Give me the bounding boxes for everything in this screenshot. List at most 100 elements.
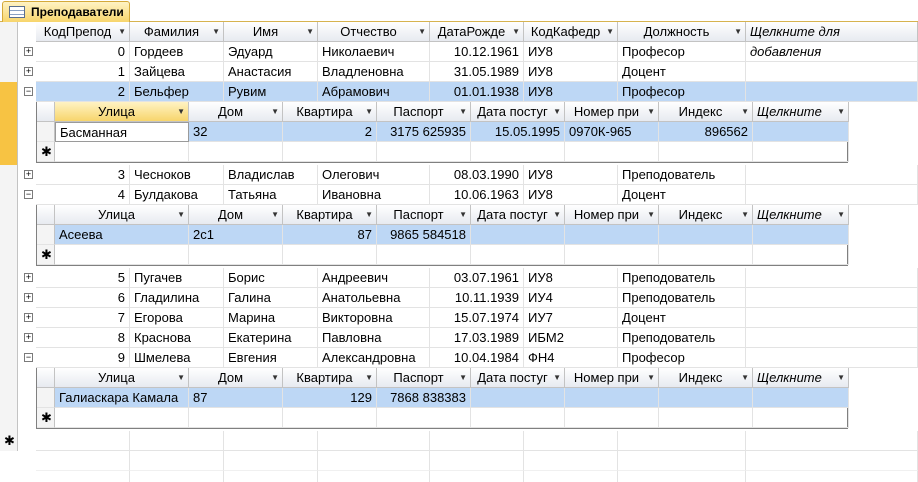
table-cell-fam[interactable]: Бельфер bbox=[130, 82, 224, 102]
column-header[interactable]: Должность ▼ bbox=[618, 22, 746, 42]
sub-column-header[interactable]: Щелкните ▼ bbox=[753, 102, 849, 122]
sub-new-cell[interactable] bbox=[283, 408, 377, 428]
table-cell-pos[interactable]: Преподователь bbox=[618, 328, 746, 348]
chevron-down-icon[interactable]: ▼ bbox=[306, 22, 314, 42]
sub-column-header[interactable]: Дата постуг ▼ bbox=[471, 102, 565, 122]
chevron-down-icon[interactable]: ▼ bbox=[837, 102, 845, 122]
table-cell-name[interactable]: Евгения bbox=[224, 348, 318, 368]
sub-new-cell[interactable] bbox=[753, 142, 849, 162]
sub-column-header[interactable]: Номер при ▼ bbox=[565, 102, 659, 122]
table-cell-date[interactable]: 15.07.1974 bbox=[430, 308, 524, 328]
sub-new-cell[interactable] bbox=[753, 245, 849, 265]
sub-cell-order[interactable] bbox=[565, 225, 659, 245]
chevron-down-icon[interactable]: ▼ bbox=[647, 102, 655, 122]
sub-new-cell[interactable] bbox=[55, 408, 189, 428]
table-cell-fam[interactable]: Булдакова bbox=[130, 185, 224, 205]
chevron-down-icon[interactable]: ▼ bbox=[271, 368, 279, 388]
table-cell-add[interactable] bbox=[746, 82, 918, 102]
collapse-icon[interactable]: − bbox=[24, 87, 33, 96]
chevron-down-icon[interactable]: ▼ bbox=[553, 205, 561, 225]
sub-column-header[interactable]: Дом ▼ bbox=[189, 368, 283, 388]
table-cell-add[interactable] bbox=[746, 288, 918, 308]
chevron-down-icon[interactable]: ▼ bbox=[734, 22, 742, 42]
table-cell-date[interactable]: 01.01.1938 bbox=[430, 82, 524, 102]
sub-cell-flat[interactable]: 2 bbox=[283, 122, 377, 142]
new-row-cell[interactable] bbox=[524, 431, 618, 451]
table-cell-fam[interactable]: Краснова bbox=[130, 328, 224, 348]
chevron-down-icon[interactable]: ▼ bbox=[837, 205, 845, 225]
table-cell-id[interactable]: 8 bbox=[36, 328, 130, 348]
new-row-cell[interactable] bbox=[746, 431, 918, 451]
new-row-cell[interactable] bbox=[36, 431, 130, 451]
sub-row-selector[interactable] bbox=[37, 122, 55, 142]
table-cell-kaf[interactable]: ИУ4 bbox=[524, 288, 618, 308]
sub-new-row-selector[interactable]: ✱ bbox=[37, 245, 55, 265]
table-cell-add[interactable] bbox=[746, 185, 918, 205]
table-cell-fam[interactable]: Зайцева bbox=[130, 62, 224, 82]
table-cell-add[interactable] bbox=[746, 268, 918, 288]
table-cell-pos[interactable]: Доцент bbox=[618, 308, 746, 328]
sub-cell-passport[interactable]: 9865 584518 bbox=[377, 225, 471, 245]
sub-new-row-selector[interactable]: ✱ bbox=[37, 408, 55, 428]
sub-new-cell[interactable] bbox=[753, 408, 849, 428]
table-cell-fam[interactable]: Шмелева bbox=[130, 348, 224, 368]
table-cell-date[interactable]: 03.07.1961 bbox=[430, 268, 524, 288]
sub-column-header[interactable]: Номер при ▼ bbox=[565, 368, 659, 388]
sub-column-header[interactable]: Дата постуг ▼ bbox=[471, 368, 565, 388]
table-cell-id[interactable]: 7 bbox=[36, 308, 130, 328]
sub-column-header[interactable]: Щелкните ▼ bbox=[753, 205, 849, 225]
table-cell-otch[interactable]: Александровна bbox=[318, 348, 430, 368]
table-cell-name[interactable]: Владислав bbox=[224, 165, 318, 185]
table-cell-pos[interactable]: Доцент bbox=[618, 185, 746, 205]
table-cell-name[interactable]: Екатерина bbox=[224, 328, 318, 348]
row-selector[interactable] bbox=[0, 268, 18, 288]
chevron-down-icon[interactable]: ▼ bbox=[459, 205, 467, 225]
table-cell-date[interactable]: 10.04.1984 bbox=[430, 348, 524, 368]
sub-column-header[interactable]: Паспорт ▼ bbox=[377, 102, 471, 122]
chevron-down-icon[interactable]: ▼ bbox=[271, 205, 279, 225]
table-cell-id[interactable]: 0 bbox=[36, 42, 130, 62]
expand-icon[interactable]: + bbox=[24, 47, 33, 56]
row-selector[interactable] bbox=[0, 288, 18, 308]
sub-column-header[interactable]: Индекс ▼ bbox=[659, 368, 753, 388]
chevron-down-icon[interactable]: ▼ bbox=[837, 368, 845, 388]
chevron-down-icon[interactable]: ▼ bbox=[177, 102, 185, 122]
sub-cell-street[interactable]: Басманная bbox=[55, 122, 189, 142]
new-row-cell[interactable] bbox=[618, 431, 746, 451]
row-selector[interactable] bbox=[0, 185, 18, 205]
sub-column-header[interactable]: Паспорт ▼ bbox=[377, 205, 471, 225]
sub-new-cell[interactable] bbox=[659, 408, 753, 428]
row-selector[interactable] bbox=[0, 308, 18, 328]
sub-cell-date[interactable] bbox=[471, 388, 565, 408]
sub-select-all-corner[interactable] bbox=[37, 102, 55, 122]
sub-column-header[interactable]: Номер при ▼ bbox=[565, 205, 659, 225]
row-selector[interactable] bbox=[0, 165, 18, 185]
sub-new-cell[interactable] bbox=[377, 142, 471, 162]
chevron-down-icon[interactable]: ▼ bbox=[647, 205, 655, 225]
table-cell-otch[interactable]: Ивановна bbox=[318, 185, 430, 205]
table-cell-fam[interactable]: Чесноков bbox=[130, 165, 224, 185]
chevron-down-icon[interactable]: ▼ bbox=[212, 22, 220, 42]
sub-new-cell[interactable] bbox=[471, 408, 565, 428]
sub-new-cell[interactable] bbox=[283, 245, 377, 265]
table-cell-id[interactable]: 9 bbox=[36, 348, 130, 368]
sub-cell-order[interactable]: 0970К-965 bbox=[565, 122, 659, 142]
table-cell-otch[interactable]: Павловна bbox=[318, 328, 430, 348]
chevron-down-icon[interactable]: ▼ bbox=[512, 22, 520, 42]
chevron-down-icon[interactable]: ▼ bbox=[365, 368, 373, 388]
select-all-corner[interactable] bbox=[0, 22, 18, 42]
table-cell-pos[interactable]: Преподователь bbox=[618, 268, 746, 288]
sub-new-cell[interactable] bbox=[659, 142, 753, 162]
sub-new-row-selector[interactable]: ✱ bbox=[37, 142, 55, 162]
sub-cell-flat[interactable]: 129 bbox=[283, 388, 377, 408]
row-selector[interactable] bbox=[0, 42, 18, 62]
row-selector[interactable] bbox=[0, 328, 18, 348]
table-cell-id[interactable]: 3 bbox=[36, 165, 130, 185]
table-cell-add[interactable] bbox=[746, 308, 918, 328]
chevron-down-icon[interactable]: ▼ bbox=[553, 102, 561, 122]
table-cell-name[interactable]: Татьяна bbox=[224, 185, 318, 205]
chevron-down-icon[interactable]: ▼ bbox=[365, 205, 373, 225]
sub-cell-street[interactable]: Асеева bbox=[55, 225, 189, 245]
table-cell-date[interactable]: 08.03.1990 bbox=[430, 165, 524, 185]
table-cell-name[interactable]: Эдуард bbox=[224, 42, 318, 62]
